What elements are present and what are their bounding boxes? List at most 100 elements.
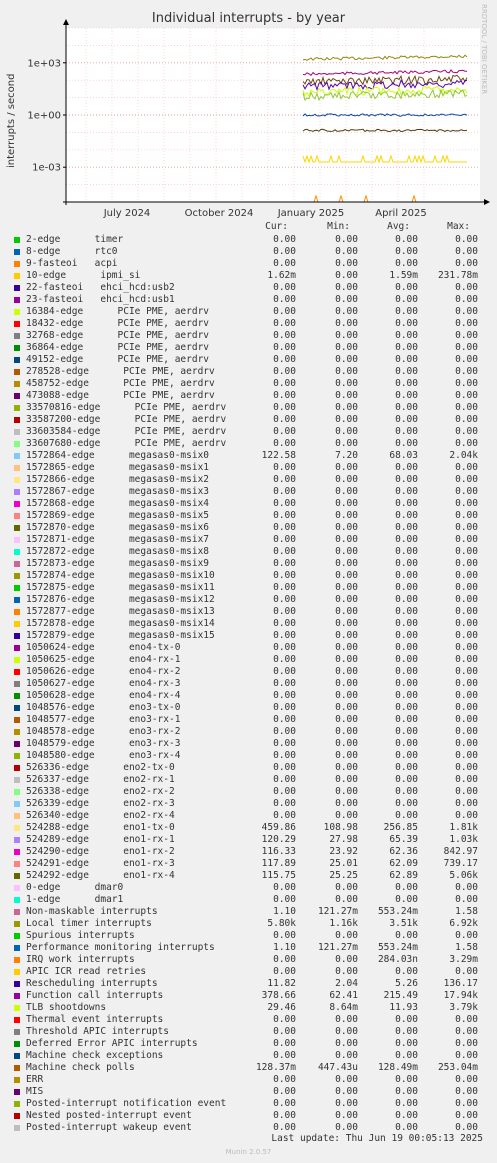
legend-max-value: 6.92k [449, 918, 478, 929]
legend-header-min: Min: [327, 221, 350, 232]
legend-swatch [14, 1041, 20, 1047]
legend-row: MIS 0.00 0.00 0.00 0.00 [0, 1086, 497, 1098]
legend-series-name: Spurious interrupts [26, 930, 135, 941]
legend-max-value: 2.04k [449, 450, 478, 461]
legend-max-value: 0.00 [455, 570, 478, 581]
legend-cur-value: 0.00 [273, 630, 296, 641]
legend-max-value: 0.00 [455, 1110, 478, 1121]
legend-row: 1048578-edge eno3-rx-2 0.00 0.00 0.00 0.00 [0, 726, 497, 738]
legend-swatch [14, 273, 20, 279]
legend-min-value: 0.00 [335, 774, 358, 785]
legend-series-name: 1572872-edge megasas0-msix8 [26, 546, 210, 557]
legend-series-name: 33570816-edge PCIe PME, aerdrv [26, 402, 227, 413]
legend-swatch [14, 705, 20, 711]
legend-header-max: Max: [447, 221, 470, 232]
legend-max-value: 0.00 [455, 690, 478, 701]
legend-min-value: 8.64m [329, 1002, 358, 1013]
legend-row: 1572876-edge megasas0-msix12 0.00 0.00 0.00… [0, 594, 497, 606]
last-update: Last update: Thu Jun 19 00:05:13 2025 [271, 1133, 483, 1144]
legend-min-value: 0.00 [335, 402, 358, 413]
legend-row: 1048577-edge eno3-rx-1 0.00 0.00 0.00 0.00 [0, 714, 497, 726]
legend-swatch [14, 789, 20, 795]
legend-min-value: 0.00 [335, 954, 358, 965]
legend-series-name: Machine check exceptions [26, 1050, 164, 1061]
legend-min-value: 0.00 [335, 930, 358, 941]
legend-avg-value: 256.85 [383, 822, 418, 833]
legend-avg-value: 0.00 [395, 306, 418, 317]
legend-swatch [14, 585, 20, 591]
legend-min-value: 0.00 [335, 810, 358, 821]
y-tick-label: 1e-03 [32, 163, 61, 174]
legend-row: 524288-edge eno1-tx-0 459.86 108.98 256.85 1… [0, 822, 497, 834]
y-axis-ticks: 1e+03 1e+00 1e-03 [27, 58, 66, 174]
legend-max-value: 0.00 [455, 366, 478, 377]
legend-cur-value: 1.10 [273, 942, 296, 953]
legend-avg-value: 62.36 [389, 846, 418, 857]
legend-avg-value: 1.59m [389, 270, 418, 281]
legend-series-name: 1572878-edge megasas0-msix14 [26, 618, 215, 629]
legend-max-value: 739.17 [443, 858, 478, 869]
legend-swatch [14, 729, 20, 735]
legend-cur-value: 0.00 [273, 534, 296, 545]
legend-max-value: 0.00 [455, 510, 478, 521]
legend-row: 10-edge ipmi_si 1.62m 0.00 1.59m 231.78m [0, 270, 497, 282]
legend-min-value: 0.00 [335, 630, 358, 641]
legend-swatch [14, 621, 20, 627]
legend-max-value: 0.00 [455, 714, 478, 725]
legend-avg-value: 0.00 [395, 582, 418, 593]
legend-swatch [14, 441, 20, 447]
legend-cur-value: 0.00 [273, 438, 296, 449]
legend-min-value: 108.98 [323, 822, 358, 833]
legend-max-value: 0.00 [455, 750, 478, 761]
legend-max-value: 136.17 [443, 978, 478, 989]
legend-swatch [14, 369, 20, 375]
legend-min-value: 0.00 [335, 690, 358, 701]
legend-avg-value: 0.00 [395, 1086, 418, 1097]
legend-swatch [14, 741, 20, 747]
legend-min-value: 0.00 [335, 726, 358, 737]
legend-row: 33607680-edge PCIe PME, aerdrv 0.00 0.00 0.… [0, 438, 497, 450]
legend-cur-value: 0.00 [273, 414, 296, 425]
legend-swatch [14, 1053, 20, 1059]
legend-avg-value: 0.00 [395, 606, 418, 617]
legend-cur-value: 0.00 [273, 558, 296, 569]
legend-swatch [14, 465, 20, 471]
legend-min-value: 0.00 [335, 618, 358, 629]
legend-row: 1572871-edge megasas0-msix7 0.00 0.00 0.00 0… [0, 534, 497, 546]
legend-series-name: 1572874-edge megasas0-msix10 [26, 570, 215, 581]
legend-series-name: 1048577-edge eno3-rx-1 [26, 714, 181, 725]
legend-series-name: 2-edge timer [26, 234, 124, 245]
legend-row: 526337-edge eno2-rx-1 0.00 0.00 0.00 0.00 [0, 774, 497, 786]
legend-row: APIC ICR read retries 0.00 0.00 0.00 0.00 [0, 966, 497, 978]
legend-max-value: 0.00 [455, 426, 478, 437]
legend-row: 33570816-edge PCIe PME, aerdrv 0.00 0.00 0.… [0, 402, 497, 414]
legend-min-value: 0.00 [335, 234, 358, 245]
legend-series-name: Local timer interrupts [26, 918, 152, 929]
legend-min-value: 0.00 [335, 366, 358, 377]
legend-min-value: 0.00 [335, 282, 358, 293]
legend-avg-value: 0.00 [395, 246, 418, 257]
legend-min-value: 0.00 [335, 414, 358, 425]
legend-cur-value: 0.00 [273, 498, 296, 509]
legend-cur-value: 5.80k [267, 918, 296, 929]
legend-row: 1048579-edge eno3-rx-3 0.00 0.00 0.00 0.00 [0, 738, 497, 750]
legend-cur-value: 0.00 [273, 462, 296, 473]
legend-avg-value: 68.03 [389, 450, 418, 461]
legend-cur-value: 0.00 [273, 618, 296, 629]
legend-row: IRQ work interrupts 0.00 0.00 284.03n 3.29m [0, 954, 497, 966]
legend-min-value: 0.00 [335, 1050, 358, 1061]
legend-cur-value: 0.00 [273, 762, 296, 773]
legend-row: 8-edge rtc0 0.00 0.00 0.00 0.00 [0, 246, 497, 258]
legend-row: Non-maskable interrupts 1.10 121.27m 553.24… [0, 906, 497, 918]
legend-min-value: 0.00 [335, 594, 358, 605]
legend-min-value: 0.00 [335, 642, 358, 653]
legend-swatch [14, 357, 20, 363]
legend-cur-value: 0.00 [273, 582, 296, 593]
legend-swatch [14, 597, 20, 603]
legend-cur-value: 0.00 [273, 258, 296, 269]
legend-swatch [14, 933, 20, 939]
legend-swatch [14, 969, 20, 975]
legend-swatch [14, 861, 20, 867]
legend-swatch [14, 345, 20, 351]
legend-series-name: 473088-edge PCIe PME, aerdrv [26, 390, 215, 401]
